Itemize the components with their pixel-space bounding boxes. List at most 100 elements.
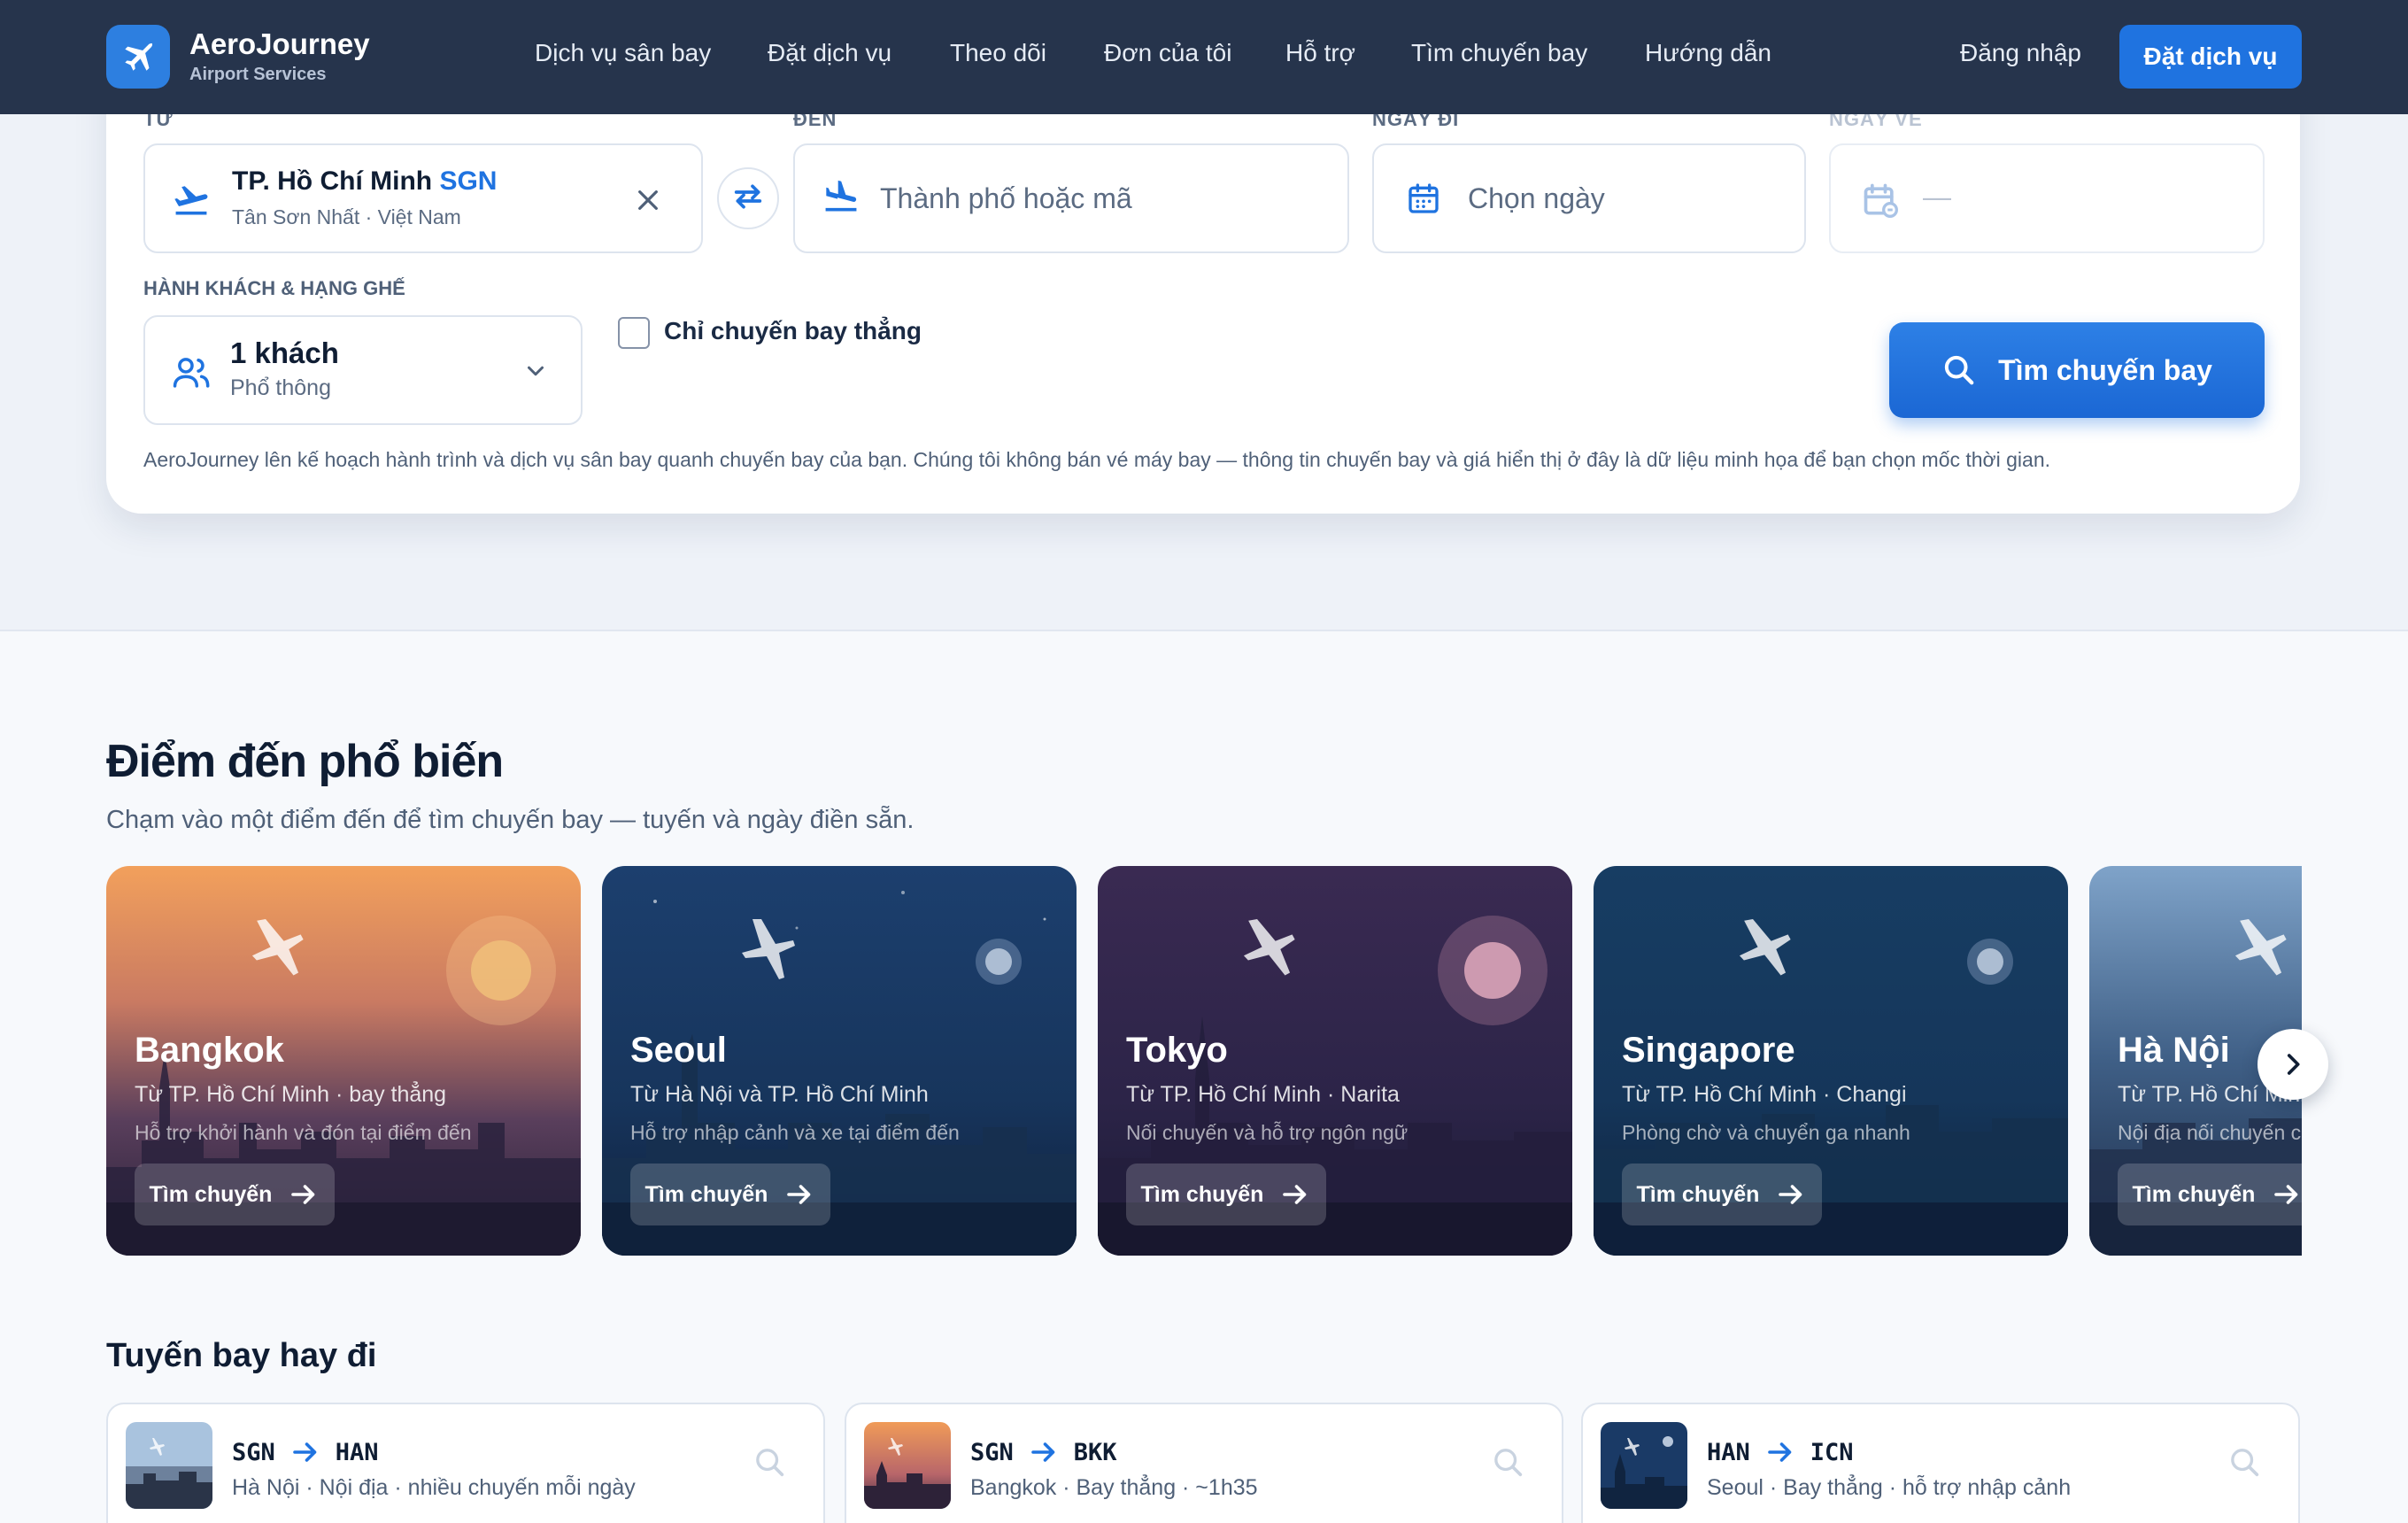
frequent-routes-title: Tuyến bay hay đi: [106, 1337, 377, 1374]
cabin-class: Phổ thông: [230, 375, 331, 400]
route-description: Hà Nội · Nội địa · nhiều chuyến mỗi ngày: [232, 1475, 636, 1500]
destination-desc: Hỗ trợ nhập cảnh và xe tại điểm đến: [630, 1121, 960, 1144]
route-to-code: ICN: [1810, 1438, 1854, 1466]
from-airport-code: SGN: [439, 166, 498, 196]
arrow-right-icon: [2274, 1185, 2298, 1204]
search-button-label: Tìm chuyến bay: [1998, 353, 2212, 386]
nav-tracking[interactable]: Theo dõi: [950, 39, 1046, 67]
arrow-right-icon: [1767, 1442, 1792, 1462]
route-codes: SGN BKK: [970, 1436, 1117, 1468]
find-flight-button[interactable]: Tìm chuyến: [1622, 1164, 1822, 1225]
brand[interactable]: AeroJourney Airport Services: [106, 25, 370, 89]
return-date-input[interactable]: —: [1923, 181, 1951, 213]
from-field[interactable]: TP. Hồ Chí Minh SGN Tân Sơn Nhất · Việt …: [143, 143, 703, 253]
route-codes: HAN ICN: [1707, 1436, 1854, 1468]
nav-find-flights[interactable]: Tìm chuyến bay: [1411, 39, 1587, 67]
destination-route: Từ Hà Nội và TP. Hồ Chí Minh: [630, 1082, 929, 1107]
login-link[interactable]: Đăng nhập: [1960, 39, 2081, 67]
carousel-next-button[interactable]: [2258, 1029, 2328, 1100]
destination-name: Singapore: [1622, 1031, 1795, 1070]
swap-icon: [730, 179, 766, 219]
brand-name: AeroJourney: [189, 27, 370, 61]
route-from-code: HAN: [1707, 1438, 1750, 1466]
arrow-right-icon: [1283, 1185, 1307, 1204]
route-from-code: SGN: [970, 1438, 1014, 1466]
search-icon[interactable]: [1491, 1445, 1526, 1485]
destination-carousel[interactable]: Bangkok Từ TP. Hồ Chí Minh · bay thẳng H…: [106, 866, 2302, 1257]
popular-subtitle: Chạm vào một điểm đến để tìm chuyến bay …: [106, 806, 915, 834]
arrow-right-icon: [292, 1442, 317, 1462]
find-flight-button[interactable]: Tìm chuyến: [1126, 1164, 1326, 1225]
nav-airport-services[interactable]: Dịch vụ sân bay: [535, 39, 711, 67]
direct-only-checkbox[interactable]: [618, 317, 650, 349]
arrow-right-icon: [787, 1185, 811, 1204]
destination-route: Từ TP. Hồ Chí Minh · Changi: [1622, 1082, 1907, 1107]
to-field[interactable]: Thành phố hoặc mã: [793, 143, 1349, 253]
passenger-class-select[interactable]: 1 khách Phổ thông: [143, 315, 583, 425]
plane-logo-icon: [106, 25, 170, 89]
route-thumbnail: [864, 1422, 951, 1509]
depart-date-input[interactable]: Chọn ngày: [1468, 182, 1605, 215]
destination-card[interactable]: Singapore Từ TP. Hồ Chí Minh · Changi Ph…: [1594, 866, 2068, 1256]
nav-book-service[interactable]: Đặt dịch vụ: [768, 39, 891, 67]
destination-desc: Hỗ trợ khởi hành và đón tại điểm đến: [135, 1121, 472, 1144]
destination-route: Từ TP. Hồ Chí Minh · Narita: [1126, 1082, 1400, 1107]
route-card[interactable]: HAN ICN Seoul · Bay thẳng · hỗ trợ nhập …: [1581, 1403, 2300, 1523]
route-description: Bangkok · Bay thẳng · ~1h35: [970, 1475, 1258, 1500]
destination-name: Seoul: [630, 1031, 727, 1070]
route-thumbnail: [1601, 1422, 1687, 1509]
landing-icon: [822, 177, 861, 220]
flight-search-card: TỪ ĐẾN NGÀY ĐI NGÀY VỀ TP. Hồ Chí Minh S…: [106, 53, 2300, 514]
destination-desc: Nối chuyến và hỗ trợ ngôn ngữ: [1126, 1121, 1409, 1144]
passenger-count: 1 khách: [230, 336, 339, 369]
passenger-label: HÀNH KHÁCH & HẠNG GHẾ: [143, 277, 405, 299]
calendar-icon: [1406, 181, 1441, 220]
route-card[interactable]: SGN HAN Hà Nội · Nội địa · nhiều chuyến …: [106, 1403, 825, 1523]
route-thumbnail: [126, 1422, 212, 1509]
find-flight-button[interactable]: Tìm chuyến: [2118, 1164, 2302, 1225]
return-date-field[interactable]: —: [1829, 143, 2265, 253]
destination-desc: Phòng chờ và chuyển ga nhanh: [1622, 1121, 1910, 1144]
brand-tagline: Airport Services: [189, 64, 327, 84]
search-icon[interactable]: [752, 1445, 788, 1485]
book-service-button[interactable]: Đặt dịch vụ: [2119, 25, 2302, 89]
arrow-right-icon: [291, 1185, 315, 1204]
direct-only-label[interactable]: Chỉ chuyến bay thẳng: [664, 317, 922, 345]
depart-date-field[interactable]: Chọn ngày: [1372, 143, 1806, 253]
clear-icon[interactable]: [634, 186, 662, 219]
destination-desc: Nội địa nối chuyến c: [2118, 1121, 2302, 1144]
route-to-code: BKK: [1073, 1438, 1117, 1466]
destination-name: Bangkok: [135, 1031, 284, 1070]
users-icon: [172, 354, 212, 394]
takeoff-icon: [172, 181, 211, 224]
arrow-right-icon: [1030, 1442, 1055, 1462]
swap-button[interactable]: [717, 167, 779, 229]
destination-name: Tokyo: [1126, 1031, 1228, 1070]
route-card[interactable]: SGN BKK Bangkok · Bay thẳng · ~1h35: [845, 1403, 1563, 1523]
from-city: TP. Hồ Chí Minh SGN: [232, 166, 498, 196]
nav-guide[interactable]: Hướng dẫn: [1645, 39, 1771, 67]
search-icon: [1944, 355, 1974, 385]
top-navbar: AeroJourney Airport Services Dịch vụ sân…: [0, 0, 2408, 114]
find-flight-button[interactable]: Tìm chuyến: [630, 1164, 830, 1225]
search-flights-button[interactable]: Tìm chuyến bay: [1889, 322, 2265, 418]
destination-name: Hà Nội: [2118, 1031, 2230, 1070]
to-input[interactable]: Thành phố hoặc mã: [880, 182, 1132, 215]
route-from-code: SGN: [232, 1438, 275, 1466]
nav-support[interactable]: Hỗ trợ: [1285, 39, 1355, 67]
destination-card[interactable]: Seoul Từ Hà Nội và TP. Hồ Chí Minh Hỗ tr…: [602, 866, 1077, 1256]
destination-card[interactable]: Bangkok Từ TP. Hồ Chí Minh · bay thẳng H…: [106, 866, 581, 1256]
popular-title: Điểm đến phổ biến: [106, 736, 504, 787]
disclaimer-text: AeroJourney lên kế hoạch hành trình và d…: [143, 448, 2051, 471]
arrow-right-icon: [1779, 1185, 1802, 1204]
destination-card[interactable]: Tokyo Từ TP. Hồ Chí Minh · Narita Nối ch…: [1098, 866, 1572, 1256]
route-codes: SGN HAN: [232, 1436, 379, 1468]
destination-route: Từ TP. Hồ Chí Minh · bay thẳng: [135, 1082, 447, 1107]
nav-my-orders[interactable]: Đơn của tôi: [1104, 39, 1231, 67]
search-icon[interactable]: [2227, 1445, 2263, 1485]
find-flight-button[interactable]: Tìm chuyến: [135, 1164, 335, 1225]
route-description: Seoul · Bay thẳng · hỗ trợ nhập cảnh: [1707, 1475, 2072, 1500]
route-to-code: HAN: [335, 1438, 379, 1466]
calendar-return-icon: [1861, 181, 1900, 224]
from-airport-detail: Tân Sơn Nhất · Việt Nam: [232, 205, 461, 228]
